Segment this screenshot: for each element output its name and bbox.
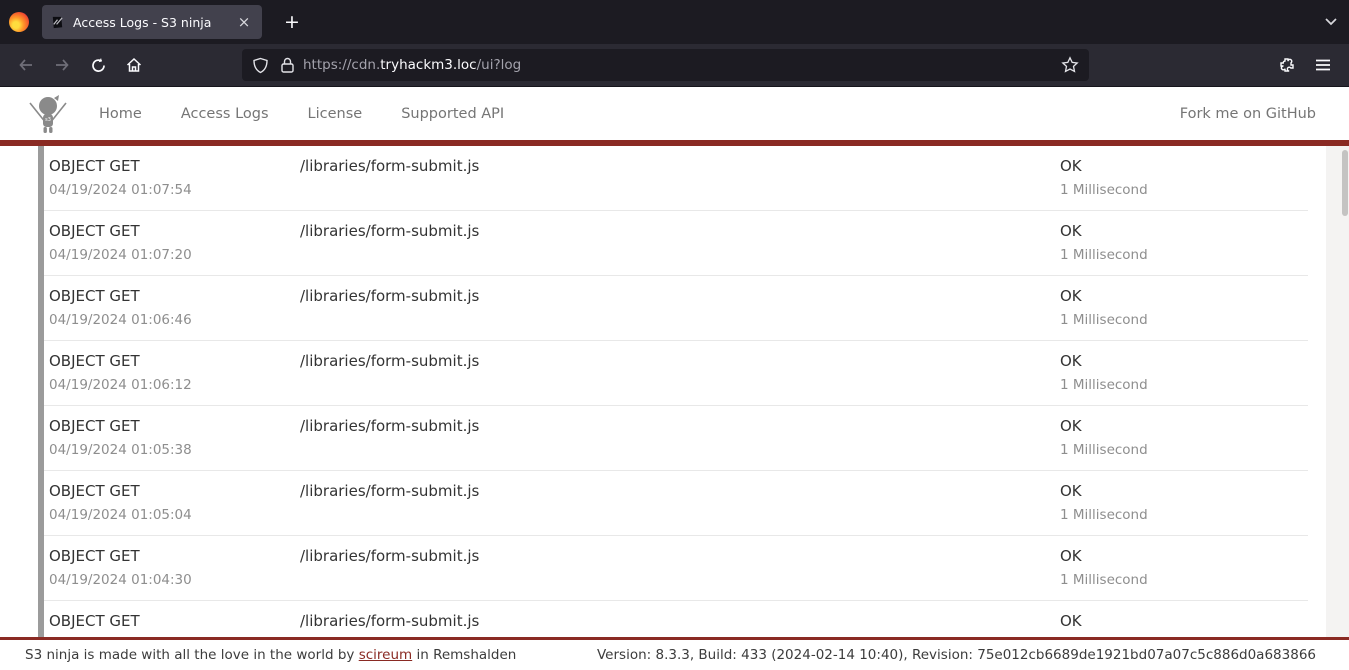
log-duration: 1 Millisecond xyxy=(1060,505,1308,525)
github-fork-link[interactable]: Fork me on GitHub xyxy=(1180,106,1316,122)
log-duration: 1 Millisecond xyxy=(1060,180,1308,200)
lock-icon[interactable] xyxy=(280,57,295,74)
log-row[interactable]: OBJECT GET 04/19/2024 01:05:04 /librarie… xyxy=(44,471,1308,536)
log-status: OK xyxy=(1060,480,1308,502)
footer-credit: S3 ninja is made with all the love in th… xyxy=(25,647,516,663)
log-method: OBJECT GET xyxy=(49,350,300,372)
log-duration: 1 Millisecond xyxy=(1060,310,1308,330)
tab-close-icon[interactable]: × xyxy=(234,13,254,31)
log-status: OK xyxy=(1060,155,1308,177)
nav-link[interactable]: Supported API xyxy=(401,106,504,122)
back-button[interactable] xyxy=(10,50,42,80)
log-status: OK xyxy=(1060,610,1308,632)
log-row[interactable]: OBJECT GET 04/19/2024 01:07:20 /librarie… xyxy=(44,211,1308,276)
svg-text:s3: s3 xyxy=(45,117,51,123)
page-scrollbar-track[interactable] xyxy=(1326,146,1349,637)
site-footer: S3 ninja is made with all the love in th… xyxy=(0,637,1349,670)
scireum-link[interactable]: scireum xyxy=(359,647,412,663)
log-method: OBJECT GET xyxy=(49,610,300,632)
log-panel: OBJECT GET 04/19/2024 01:07:54 /librarie… xyxy=(38,146,1308,637)
list-tabs-chevron-icon[interactable] xyxy=(1322,12,1340,30)
site-header: s3 Home Access Logs License Supported API F… xyxy=(0,87,1349,140)
log-row[interactable]: OBJECT GET 04/19/2024 01:05:38 /librarie… xyxy=(44,406,1308,471)
menu-hamburger-icon[interactable] xyxy=(1307,50,1339,80)
log-duration: 1 Millisecond xyxy=(1060,375,1308,395)
log-method: OBJECT GET xyxy=(49,155,300,177)
log-path: /libraries/form-submit.js xyxy=(300,610,1060,632)
log-method: OBJECT GET xyxy=(49,545,300,567)
nav-link[interactable]: License xyxy=(308,106,363,122)
log-timestamp: 04/19/2024 01:05:38 xyxy=(49,440,300,460)
log-path: /libraries/form-submit.js xyxy=(300,480,1060,502)
site-nav: Home Access Logs License Supported API xyxy=(99,106,504,122)
page-scrollbar-thumb[interactable] xyxy=(1342,150,1348,216)
log-path: /libraries/form-submit.js xyxy=(300,285,1060,307)
log-timestamp: 04/19/2024 01:06:46 xyxy=(49,310,300,330)
log-method: OBJECT GET xyxy=(49,285,300,307)
log-timestamp: 04/19/2024 01:07:54 xyxy=(49,180,300,200)
log-duration: 1 Millisecond xyxy=(1060,440,1308,460)
log-path: /libraries/form-submit.js xyxy=(300,545,1060,567)
log-method: OBJECT GET xyxy=(49,415,300,437)
log-status: OK xyxy=(1060,220,1308,242)
log-timestamp: 04/19/2024 01:04:30 xyxy=(49,570,300,590)
log-path: /libraries/form-submit.js xyxy=(300,350,1060,372)
log-row[interactable]: OBJECT GET 04/19/2024 01:06:46 /librarie… xyxy=(44,276,1308,341)
url-text[interactable]: https://cdn.tryhackm3.loc/ui?log xyxy=(303,57,1061,73)
forward-button[interactable] xyxy=(46,50,78,80)
log-timestamp: 04/19/2024 01:07:20 xyxy=(49,245,300,265)
firefox-logo-icon[interactable] xyxy=(9,12,29,32)
browser-tab-bar: Access Logs - S3 ninja × + xyxy=(0,0,1349,44)
log-row[interactable]: OBJECT GET 04/19/2024 01:07:54 /librarie… xyxy=(44,146,1308,211)
log-duration: 1 Millisecond xyxy=(1060,245,1308,265)
extensions-puzzle-icon[interactable] xyxy=(1271,50,1303,80)
s3ninja-favicon-icon xyxy=(50,15,65,30)
log-row[interactable]: OBJECT GET /libraries/form-submit.js OK xyxy=(44,601,1308,637)
new-tab-button[interactable]: + xyxy=(278,8,306,36)
log-path: /libraries/form-submit.js xyxy=(300,220,1060,242)
log-timestamp: 04/19/2024 01:06:12 xyxy=(49,375,300,395)
browser-toolbar: https://cdn.tryhackm3.loc/ui?log xyxy=(0,44,1349,87)
nav-link[interactable]: Home xyxy=(99,106,142,122)
log-method: OBJECT GET xyxy=(49,220,300,242)
home-button[interactable] xyxy=(118,50,150,80)
log-status: OK xyxy=(1060,285,1308,307)
log-status: OK xyxy=(1060,545,1308,567)
reload-button[interactable] xyxy=(82,50,114,80)
log-method: OBJECT GET xyxy=(49,480,300,502)
browser-tab[interactable]: Access Logs - S3 ninja × xyxy=(42,5,262,39)
log-status: OK xyxy=(1060,350,1308,372)
log-path: /libraries/form-submit.js xyxy=(300,415,1060,437)
log-row[interactable]: OBJECT GET 04/19/2024 01:06:12 /librarie… xyxy=(44,341,1308,406)
s3ninja-logo[interactable]: s3 xyxy=(25,91,71,137)
bookmark-star-icon[interactable] xyxy=(1061,56,1079,74)
url-bar[interactable]: https://cdn.tryhackm3.loc/ui?log xyxy=(242,49,1089,81)
tab-title: Access Logs - S3 ninja xyxy=(73,15,234,30)
log-path: /libraries/form-submit.js xyxy=(300,155,1060,177)
log-status: OK xyxy=(1060,415,1308,437)
access-log-list: OBJECT GET 04/19/2024 01:07:54 /librarie… xyxy=(0,146,1349,637)
log-duration: 1 Millisecond xyxy=(1060,570,1308,590)
log-row[interactable]: OBJECT GET 04/19/2024 01:04:30 /librarie… xyxy=(44,536,1308,601)
nav-link[interactable]: Access Logs xyxy=(181,106,269,122)
log-timestamp: 04/19/2024 01:05:04 xyxy=(49,505,300,525)
shield-icon[interactable] xyxy=(252,57,269,74)
footer-version-info: Version: 8.3.3, Build: 433 (2024-02-14 1… xyxy=(597,647,1316,663)
